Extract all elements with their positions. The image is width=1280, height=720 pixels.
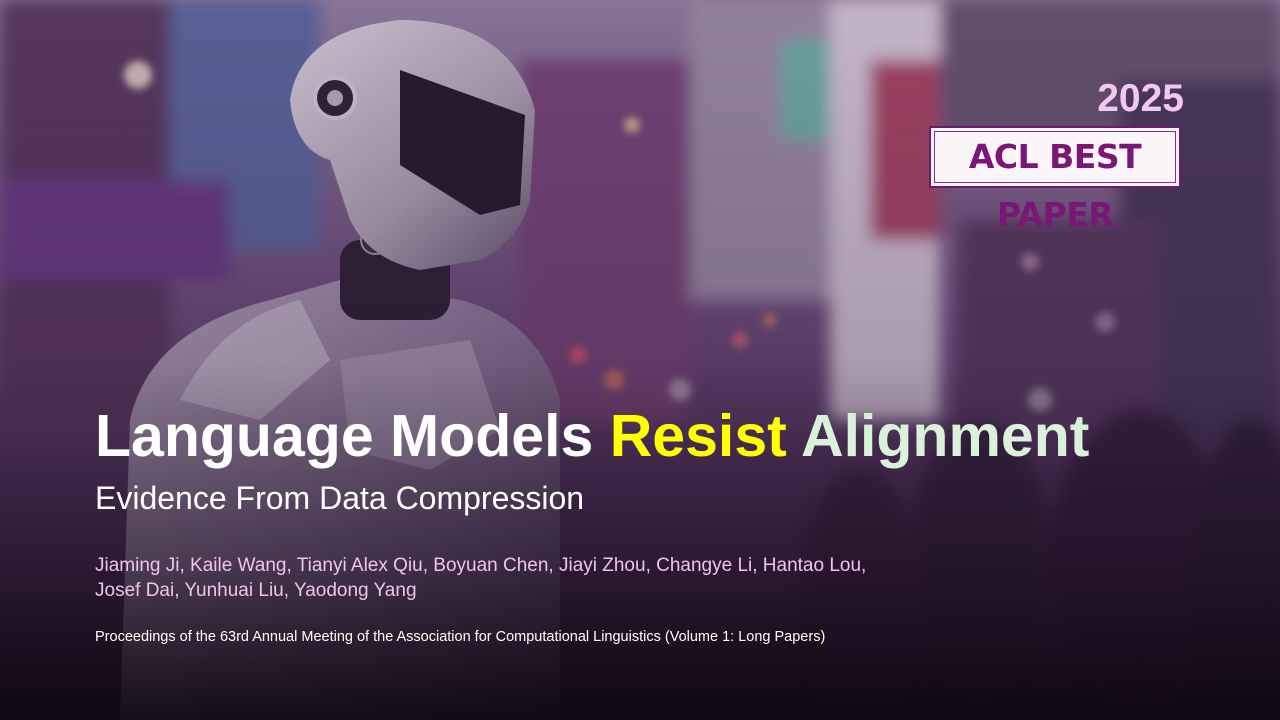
paper-subtitle: Evidence From Data Compression — [95, 480, 585, 516]
author-line-2: Josef Dai, Yunhuai Liu, Yaodong Yang — [95, 580, 417, 601]
author-line-1: Jiaming Ji, Kaile Wang, Tianyi Alex Qiu,… — [95, 555, 867, 576]
author-list: Jiaming Ji, Kaile Wang, Tianyi Alex Qiu,… — [95, 553, 995, 603]
title-highlight-alignment: Alignment — [800, 403, 1090, 469]
award-year: 2025 — [1097, 77, 1184, 120]
title-part-1: Language Models — [95, 403, 594, 469]
slide: 2025 ACL BEST PAPER Language Models Resi… — [0, 0, 1280, 720]
title-highlight-resist: Resist — [609, 403, 787, 469]
award-label: ACL BEST PAPER — [968, 137, 1142, 234]
award-badge: ACL BEST PAPER — [929, 126, 1181, 234]
venue-citation: Proceedings of the 63rd Annual Meeting o… — [95, 629, 826, 645]
paper-title: Language Models Resist Alignment — [95, 402, 1245, 470]
